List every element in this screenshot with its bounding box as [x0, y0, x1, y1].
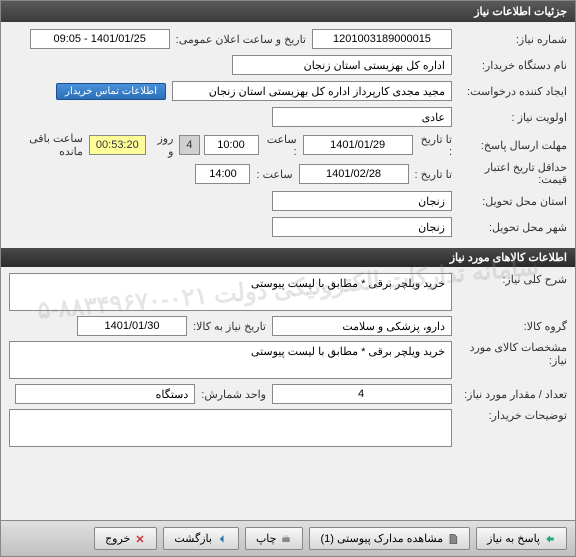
- notes-label: توضیحات خریدار:: [452, 409, 567, 422]
- qty-label: تعداد / مقدار مورد نیاز:: [452, 388, 567, 401]
- content: سامانه تدارکات الکترونیکی دولت ۰۲۱-۸۸۳۴۹…: [1, 22, 575, 556]
- validity-todate-label: تا تاریخ :: [409, 168, 452, 181]
- group-label: گروه کالا:: [452, 320, 567, 333]
- footer-toolbar: پاسخ به نیاز مشاهده مدارک پیوستی (1) چاپ…: [1, 520, 575, 556]
- qty-field[interactable]: [272, 384, 452, 404]
- spec-field[interactable]: [9, 341, 452, 379]
- remain-days-label: روز و: [150, 132, 176, 158]
- remain-time: 00:53:20: [89, 135, 146, 155]
- back-icon: [216, 533, 228, 545]
- requester-field[interactable]: [172, 81, 452, 101]
- deadline-time-field[interactable]: [204, 135, 259, 155]
- main-window: جزئیات اطلاعات نیاز سامانه تدارکات الکتر…: [0, 0, 576, 557]
- validity-label: حداقل تاریخ اعتبار قیمت:: [452, 162, 567, 186]
- need-date-field[interactable]: [77, 316, 187, 336]
- print-button[interactable]: چاپ: [245, 527, 304, 550]
- deadline-time-label: ساعت :: [259, 133, 303, 158]
- row-desc: شرح کلی نیاز:: [9, 273, 567, 311]
- print-label: چاپ: [256, 532, 277, 545]
- row-requester: ایجاد کننده درخواست: اطلاعات تماس خریدار: [9, 80, 567, 102]
- attachments-label: مشاهده مدارک پیوستی (1): [320, 532, 443, 545]
- validity-time-field[interactable]: [195, 164, 250, 184]
- row-spec: مشخصات کالای مورد نیاز:: [9, 341, 567, 379]
- unit-field[interactable]: [15, 384, 195, 404]
- buyer-field[interactable]: [232, 55, 452, 75]
- validity-date-field[interactable]: [299, 164, 409, 184]
- reply-icon: [544, 533, 556, 545]
- row-deadline: مهلت ارسال پاسخ: تا تاریخ : ساعت : 4 روز…: [9, 132, 567, 158]
- row-qty: تعداد / مقدار مورد نیاز: واحد شمارش:: [9, 383, 567, 405]
- validity-time-label: ساعت :: [250, 168, 298, 181]
- remain-days: 4: [179, 135, 199, 155]
- requester-label: ایجاد کننده درخواست:: [452, 85, 567, 98]
- back-button[interactable]: بازگشت: [163, 527, 239, 550]
- city-label: شهر محل تحویل:: [452, 221, 567, 234]
- row-buyer: نام دستگاه خریدار:: [9, 54, 567, 76]
- back-label: بازگشت: [174, 532, 212, 545]
- row-city: شهر محل تحویل:: [9, 216, 567, 238]
- unit-label: واحد شمارش:: [195, 388, 272, 401]
- group-field[interactable]: [272, 316, 452, 336]
- window-title: جزئیات اطلاعات نیاز: [1, 1, 575, 22]
- need-date-label: تاریخ نیاز به کالا:: [187, 320, 272, 333]
- spec-label: مشخصات کالای مورد نیاز:: [452, 341, 567, 367]
- priority-label: اولویت نیاز :: [452, 111, 567, 124]
- desc-label: شرح کلی نیاز:: [452, 273, 567, 286]
- contact-buyer-button[interactable]: اطلاعات تماس خریدار: [56, 83, 166, 100]
- row-need-no: شماره نیاز: تاریخ و ساعت اعلان عمومی:: [9, 28, 567, 50]
- exit-icon: [134, 533, 146, 545]
- attachments-button[interactable]: مشاهده مدارک پیوستی (1): [309, 527, 470, 550]
- remain-suffix: ساعت باقی مانده: [9, 132, 85, 158]
- section-goods: شرح کلی نیاز: گروه کالا: تاریخ نیاز به ک…: [1, 267, 575, 457]
- deadline-label: مهلت ارسال پاسخ:: [452, 139, 567, 152]
- need-no-label: شماره نیاز:: [452, 33, 567, 46]
- exit-label: خروج: [105, 532, 130, 545]
- need-no-field[interactable]: [312, 29, 452, 49]
- row-notes: توضیحات خریدار:: [9, 409, 567, 447]
- deadline-date-field[interactable]: [303, 135, 413, 155]
- exit-button[interactable]: خروج: [94, 527, 157, 550]
- reply-label: پاسخ به نیاز: [487, 532, 540, 545]
- buyer-label: نام دستگاه خریدار:: [452, 59, 567, 72]
- reply-button[interactable]: پاسخ به نیاز: [476, 527, 567, 550]
- row-priority: اولویت نیاز :: [9, 106, 567, 128]
- to-date-label: تا تاریخ :: [413, 133, 452, 158]
- notes-field[interactable]: [9, 409, 452, 447]
- attachment-icon: [447, 533, 459, 545]
- announce-field[interactable]: [30, 29, 170, 49]
- city-field[interactable]: [272, 217, 452, 237]
- section-goods-header: اطلاعات کالاهای مورد نیاز: [1, 248, 575, 267]
- section-need-details: شماره نیاز: تاریخ و ساعت اعلان عمومی: نا…: [1, 22, 575, 248]
- province-label: استان محل تحویل:: [452, 195, 567, 208]
- announce-label: تاریخ و ساعت اعلان عمومی:: [170, 33, 312, 46]
- priority-field[interactable]: [272, 107, 452, 127]
- row-group: گروه کالا: تاریخ نیاز به کالا:: [9, 315, 567, 337]
- desc-field[interactable]: [9, 273, 452, 311]
- province-field[interactable]: [272, 191, 452, 211]
- print-icon: [280, 533, 292, 545]
- row-province: استان محل تحویل:: [9, 190, 567, 212]
- row-validity: حداقل تاریخ اعتبار قیمت: تا تاریخ : ساعت…: [9, 162, 567, 186]
